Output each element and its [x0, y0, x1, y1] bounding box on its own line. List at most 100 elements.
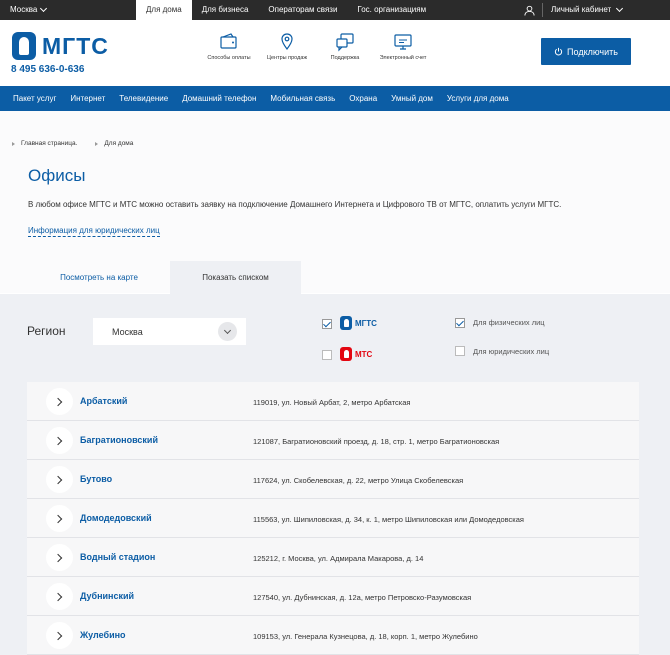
office-list: Арбатский 119019, ул. Новый Арбат, 2, ме…	[27, 382, 639, 655]
mts-brand-label: МТС	[340, 347, 372, 361]
user-icon[interactable]	[516, 0, 542, 20]
connect-label: Подключить	[567, 46, 618, 57]
wallet-icon	[220, 33, 237, 49]
office-name[interactable]: Водный стадион	[80, 552, 155, 562]
tab-list[interactable]: Показать списком	[170, 261, 301, 294]
individuals-checkbox[interactable]	[455, 318, 465, 328]
personal-cabinet-button[interactable]: Личный кабинет	[551, 0, 624, 20]
view-tabs: Посмотреть на карте Показать списком	[0, 261, 670, 294]
payment-methods-link[interactable]: Способы оплаты	[200, 32, 258, 61]
chevron-right-icon	[53, 436, 63, 445]
payment-methods-label: Способы оплаты	[207, 55, 251, 61]
list-item[interactable]: Багратионовский 121087, Багратионовский …	[27, 421, 639, 460]
breadcrumb-item-home[interactable]: Главная страница.	[12, 140, 77, 147]
expand-button[interactable]	[46, 544, 73, 571]
office-address: 115563, ул. Шипиловская, д. 34, к. 1, ме…	[253, 515, 524, 524]
header-shortcuts: Способы оплаты Центры продаж Поддержка Э…	[200, 32, 432, 61]
legal-entities-link[interactable]: Информация для юридических лиц	[28, 226, 160, 237]
header: МГТС 8 495 636-0-636 Способы оплаты Цент…	[0, 20, 670, 86]
breadcrumb-arrow-icon	[12, 141, 15, 146]
chevron-right-icon	[53, 631, 63, 640]
chevron-right-icon	[53, 592, 63, 601]
office-name[interactable]: Дубнинский	[80, 591, 134, 601]
expand-button[interactable]	[46, 427, 73, 454]
chevron-down-icon	[40, 4, 48, 13]
region-select[interactable]: Москва	[93, 318, 246, 345]
legal-entities-label: Для юридических лиц	[473, 347, 550, 356]
chat-bubble-icon	[336, 33, 354, 52]
office-address: 117624, ул. Скобелевская, д. 22, метро У…	[253, 476, 464, 485]
nav-item-home-phone[interactable]: Домашний телефон	[175, 94, 263, 103]
office-address: 119019, ул. Новый Арбат, 2, метро Арбатс…	[253, 398, 411, 407]
sales-centers-link[interactable]: Центры продаж	[258, 32, 316, 61]
support-link[interactable]: Поддержка	[316, 32, 374, 61]
main-nav: Пакет услуг Интернет Телевидение Домашни…	[0, 86, 670, 111]
mgts-checkbox[interactable]	[322, 319, 332, 329]
nav-item-package[interactable]: Пакет услуг	[6, 94, 63, 103]
segment-business[interactable]: Для бизнеса	[192, 0, 259, 20]
nav-item-tv[interactable]: Телевидение	[112, 94, 175, 103]
monitor-icon	[394, 34, 412, 50]
expand-button[interactable]	[46, 388, 73, 415]
chevron-down-icon	[218, 322, 237, 341]
segment-home[interactable]: Для дома	[136, 0, 192, 20]
city-selector[interactable]: Москва	[10, 0, 48, 20]
office-address: 121087, Багратионовский проезд, д. 18, с…	[253, 437, 500, 446]
chevron-right-icon	[53, 397, 63, 406]
phone-number[interactable]: 8 495 636-0-636	[11, 64, 84, 75]
e-bill-link[interactable]: Электронный счет	[374, 32, 432, 61]
office-name[interactable]: Арбатский	[80, 396, 127, 406]
nav-item-security[interactable]: Охрана	[342, 94, 384, 103]
expand-button[interactable]	[46, 583, 73, 610]
page-title: Офисы	[28, 166, 86, 185]
chevron-right-icon	[53, 514, 63, 523]
office-name[interactable]: Домодедовский	[80, 513, 152, 523]
power-icon	[554, 47, 563, 56]
mts-checkbox[interactable]	[322, 350, 332, 360]
expand-button[interactable]	[46, 505, 73, 532]
region-value: Москва	[112, 326, 143, 337]
connect-button[interactable]: Подключить	[541, 38, 631, 65]
mgts-logo-icon	[340, 316, 352, 330]
support-label: Поддержка	[330, 55, 360, 61]
office-name[interactable]: Жулебино	[80, 630, 126, 640]
list-item[interactable]: Жулебино 109153, ул. Генерала Кузнецова,…	[27, 616, 639, 655]
sales-centers-label: Центры продаж	[266, 55, 308, 61]
office-address: 127540, ул. Дубнинская, д. 12а, метро Пе…	[253, 593, 472, 602]
segment-operators[interactable]: Операторам связи	[258, 0, 347, 20]
individuals-label: Для физических лиц	[473, 318, 545, 327]
e-bill-label: Электронный счет	[379, 55, 427, 61]
tab-map[interactable]: Посмотреть на карте	[28, 261, 170, 294]
breadcrumb-arrow-icon	[95, 141, 99, 146]
segment-nav: Для дома Для бизнеса Операторам связи Го…	[136, 0, 436, 20]
nav-item-internet[interactable]: Интернет	[63, 94, 112, 103]
expand-button[interactable]	[46, 622, 73, 649]
segment-government[interactable]: Гос. организациям	[347, 0, 436, 20]
mgts-logo-icon	[12, 32, 36, 60]
office-address: 109153, ул. Генерала Кузнецова, д. 18, к…	[253, 632, 478, 641]
mgts-brand-label: МГТС	[340, 316, 377, 330]
region-label: Регион	[27, 324, 66, 338]
nav-item-smart-home[interactable]: Умный дом	[384, 94, 440, 103]
logo[interactable]: МГТС	[12, 32, 109, 60]
list-item[interactable]: Дубнинский 127540, ул. Дубнинская, д. 12…	[27, 577, 639, 616]
divider	[542, 3, 543, 17]
list-item[interactable]: Домодедовский 115563, ул. Шипиловская, д…	[27, 499, 639, 538]
list-item[interactable]: Бутово 117624, ул. Скобелевская, д. 22, …	[27, 460, 639, 499]
logo-text: МГТС	[42, 32, 109, 59]
expand-button[interactable]	[46, 466, 73, 493]
chevron-right-icon	[53, 475, 63, 484]
legal-entities-checkbox[interactable]	[455, 346, 465, 356]
breadcrumb-item-for-home[interactable]: Для дома	[95, 140, 133, 147]
location-pin-icon	[281, 33, 293, 50]
personal-cabinet-label: Личный кабинет	[551, 5, 612, 14]
office-name[interactable]: Багратионовский	[80, 435, 158, 445]
chevron-down-icon	[616, 4, 624, 13]
nav-item-mobile[interactable]: Мобильная связь	[263, 94, 342, 103]
city-label: Москва	[10, 5, 38, 14]
office-name[interactable]: Бутово	[80, 474, 112, 484]
list-item[interactable]: Водный стадион 125212, г. Москва, ул. Ад…	[27, 538, 639, 577]
nav-item-home-services[interactable]: Услуги для дома	[440, 94, 516, 103]
top-bar: Москва Для дома Для бизнеса Операторам с…	[0, 0, 670, 20]
list-item[interactable]: Арбатский 119019, ул. Новый Арбат, 2, ме…	[27, 382, 639, 421]
